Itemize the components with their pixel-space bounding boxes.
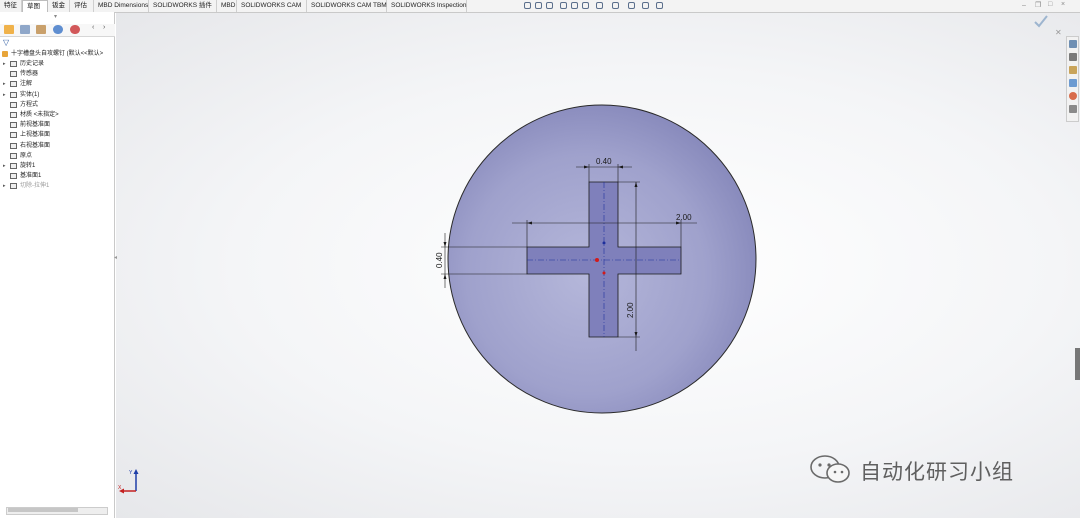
origin-marker bbox=[595, 258, 599, 262]
svg-text:2.00: 2.00 bbox=[676, 213, 692, 222]
wechat-icon bbox=[810, 455, 850, 483]
triad-icon: Y X bbox=[118, 469, 139, 494]
svg-text:Y: Y bbox=[129, 470, 133, 476]
endpoint-marker bbox=[602, 271, 606, 275]
svg-text:0.40: 0.40 bbox=[435, 252, 444, 268]
svg-text:2.00: 2.00 bbox=[626, 302, 635, 318]
svg-text:0.40: 0.40 bbox=[596, 157, 612, 166]
sketch-view: 0.40 2.00 0.40 2.00 Y X bbox=[118, 104, 757, 494]
midpoint-marker bbox=[602, 241, 606, 245]
watermark-text: 自动化研习小组 bbox=[860, 460, 1014, 484]
